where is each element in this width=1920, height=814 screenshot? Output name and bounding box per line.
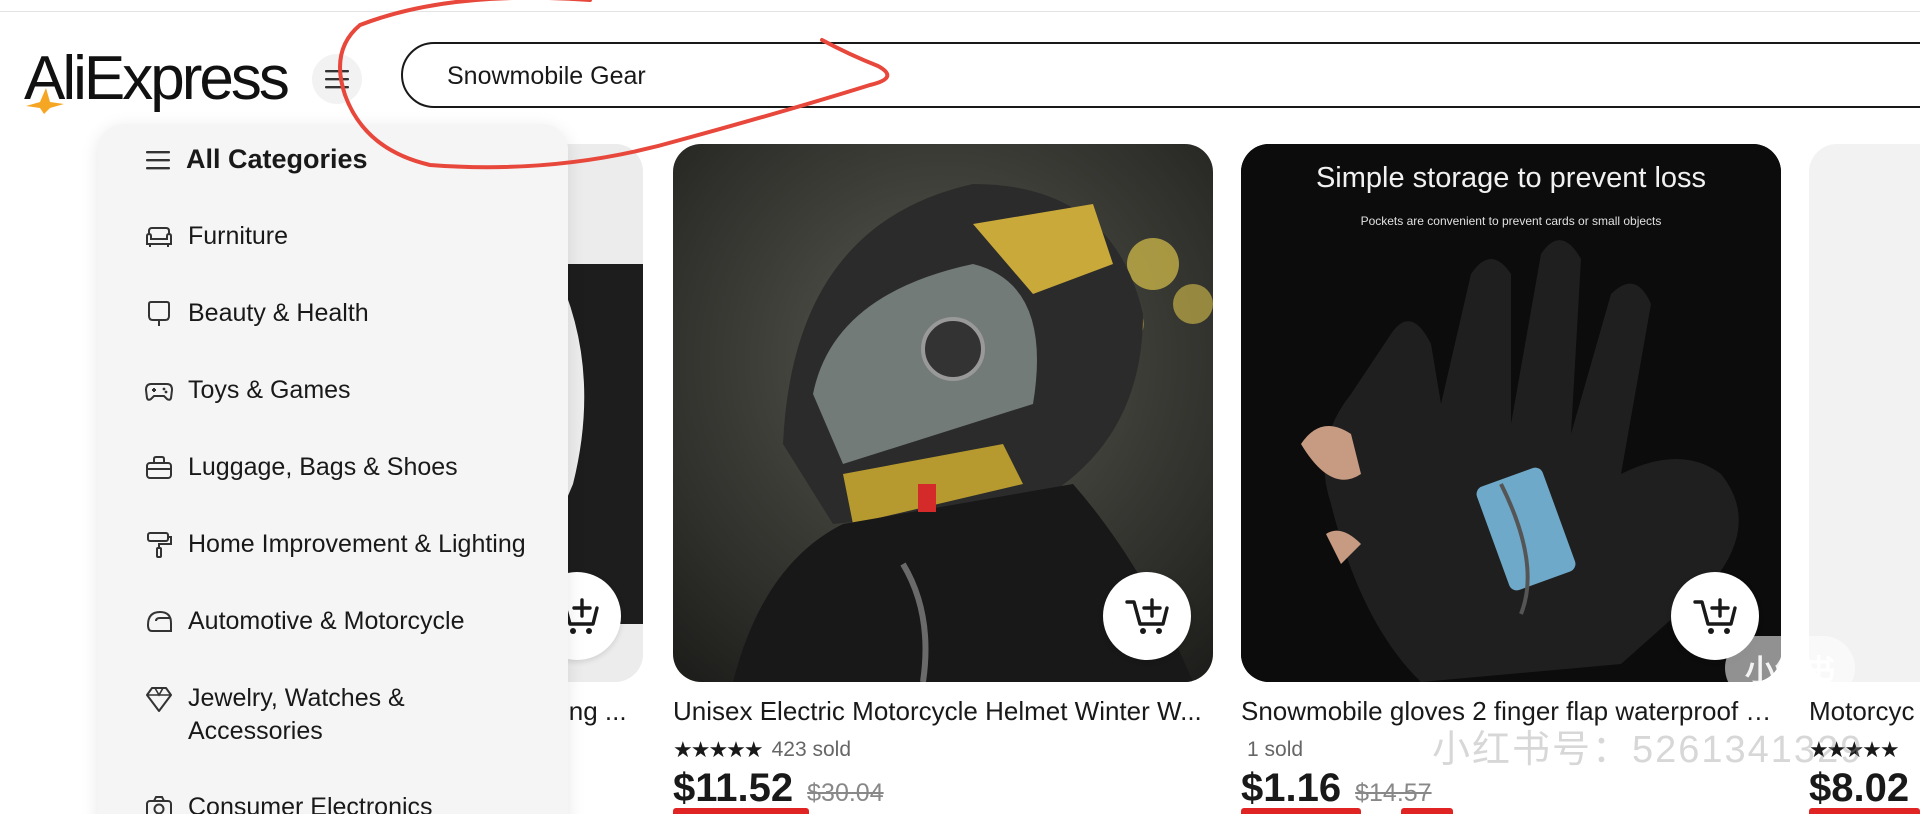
- all-categories-header[interactable]: All Categories: [144, 144, 368, 175]
- all-categories-label: All Categories: [186, 144, 368, 174]
- category-label: Luggage, Bags & Shoes: [188, 453, 458, 481]
- category-label: Home Improvement & Lighting: [188, 530, 526, 558]
- category-item-jewelry-watches-accessories[interactable]: Jewelry, Watches & Accessories: [144, 682, 524, 748]
- hamburger-icon: [325, 70, 349, 89]
- watermark-logo: 小红书: [1725, 636, 1855, 700]
- bag-icon: [146, 456, 172, 479]
- product-image[interactable]: [1809, 144, 1920, 682]
- rating-row: 1 sold: [1247, 736, 1303, 764]
- image-headline: Simple storage to prevent loss: [1315, 162, 1707, 194]
- price: $11.52: [673, 766, 794, 810]
- logo-star-icon: [26, 88, 64, 114]
- image-subline: Pockets are convenient to prevent cards …: [1360, 214, 1662, 228]
- category-item-luggage-bags-shoes[interactable]: Luggage, Bags & Shoes: [144, 451, 458, 484]
- search-bar[interactable]: [401, 42, 1920, 108]
- discount-badge: [1241, 808, 1361, 814]
- rating-row: ★★★★★ 423 sold: [673, 736, 851, 764]
- category-item-consumer-electronics[interactable]: Consumer Electronics: [144, 791, 433, 814]
- original-price: $30.04: [807, 779, 884, 807]
- discount-badge: [1401, 808, 1453, 814]
- top-border: [0, 0, 1920, 12]
- search-input[interactable]: [447, 58, 1647, 94]
- helmet-icon: [146, 610, 172, 632]
- category-label: Consumer Electronics: [188, 793, 433, 814]
- watermark-badge-text: 小红书: [1745, 655, 1835, 688]
- sold-count: 1 sold: [1247, 738, 1304, 761]
- category-item-toys-games[interactable]: Toys & Games: [144, 374, 351, 407]
- category-item-beauty-health[interactable]: Beauty & Health: [144, 297, 369, 330]
- product-card[interactable]: Motorcyc ★★★★★ $8.02: [1809, 144, 1920, 814]
- product-image[interactable]: [673, 144, 1213, 682]
- aliexpress-logo[interactable]: AliExpress: [24, 44, 296, 114]
- product-title[interactable]: Unisex Electric Motorcycle Helmet Winter…: [673, 696, 1213, 727]
- price-row: $1.16 $14.57: [1241, 766, 1432, 811]
- category-label: Automotive & Motorcycle: [188, 607, 465, 635]
- category-item-home-improvement-lighting[interactable]: Home Improvement & Lighting: [144, 528, 526, 561]
- category-label: Furniture: [188, 222, 289, 250]
- sold-count: 423 sold: [771, 738, 852, 761]
- gamepad-icon: [144, 383, 174, 401]
- price-row: $11.52 $30.04: [673, 766, 884, 811]
- price: $1.16: [1241, 766, 1342, 810]
- cart-plus-icon: [1125, 598, 1169, 634]
- category-label: Jewelry, Watches & Accessories: [188, 684, 405, 745]
- sofa-icon: [146, 227, 172, 247]
- product-title[interactable]: ing ...: [563, 696, 643, 727]
- category-item-furniture[interactable]: Furniture: [144, 220, 288, 253]
- diamond-icon: [146, 687, 172, 712]
- categories-dropdown: All Categories Furniture Beauty & Health…: [98, 124, 568, 814]
- menu-button[interactable]: [312, 54, 362, 104]
- rating-stars: ★★★★★: [673, 737, 764, 762]
- cart-plus-icon: [1693, 598, 1737, 634]
- product-image[interactable]: Simple storage to prevent loss Pockets a…: [1241, 144, 1781, 682]
- hamburger-icon: [146, 150, 170, 169]
- add-to-cart-button[interactable]: [1103, 572, 1191, 660]
- camera-icon: [146, 796, 172, 814]
- mirror-icon: [148, 301, 170, 326]
- original-price: $14.57: [1355, 779, 1432, 807]
- discount-badge: [1809, 808, 1920, 814]
- category-label: Beauty & Health: [188, 299, 369, 327]
- discount-badge: [673, 808, 809, 814]
- watermark-text: 小红书号：5261341329: [1432, 729, 1864, 771]
- category-item-automotive-motorcycle[interactable]: Automotive & Motorcycle: [144, 605, 465, 638]
- category-label: Toys & Games: [188, 376, 351, 404]
- paint-roller-icon: [147, 532, 172, 558]
